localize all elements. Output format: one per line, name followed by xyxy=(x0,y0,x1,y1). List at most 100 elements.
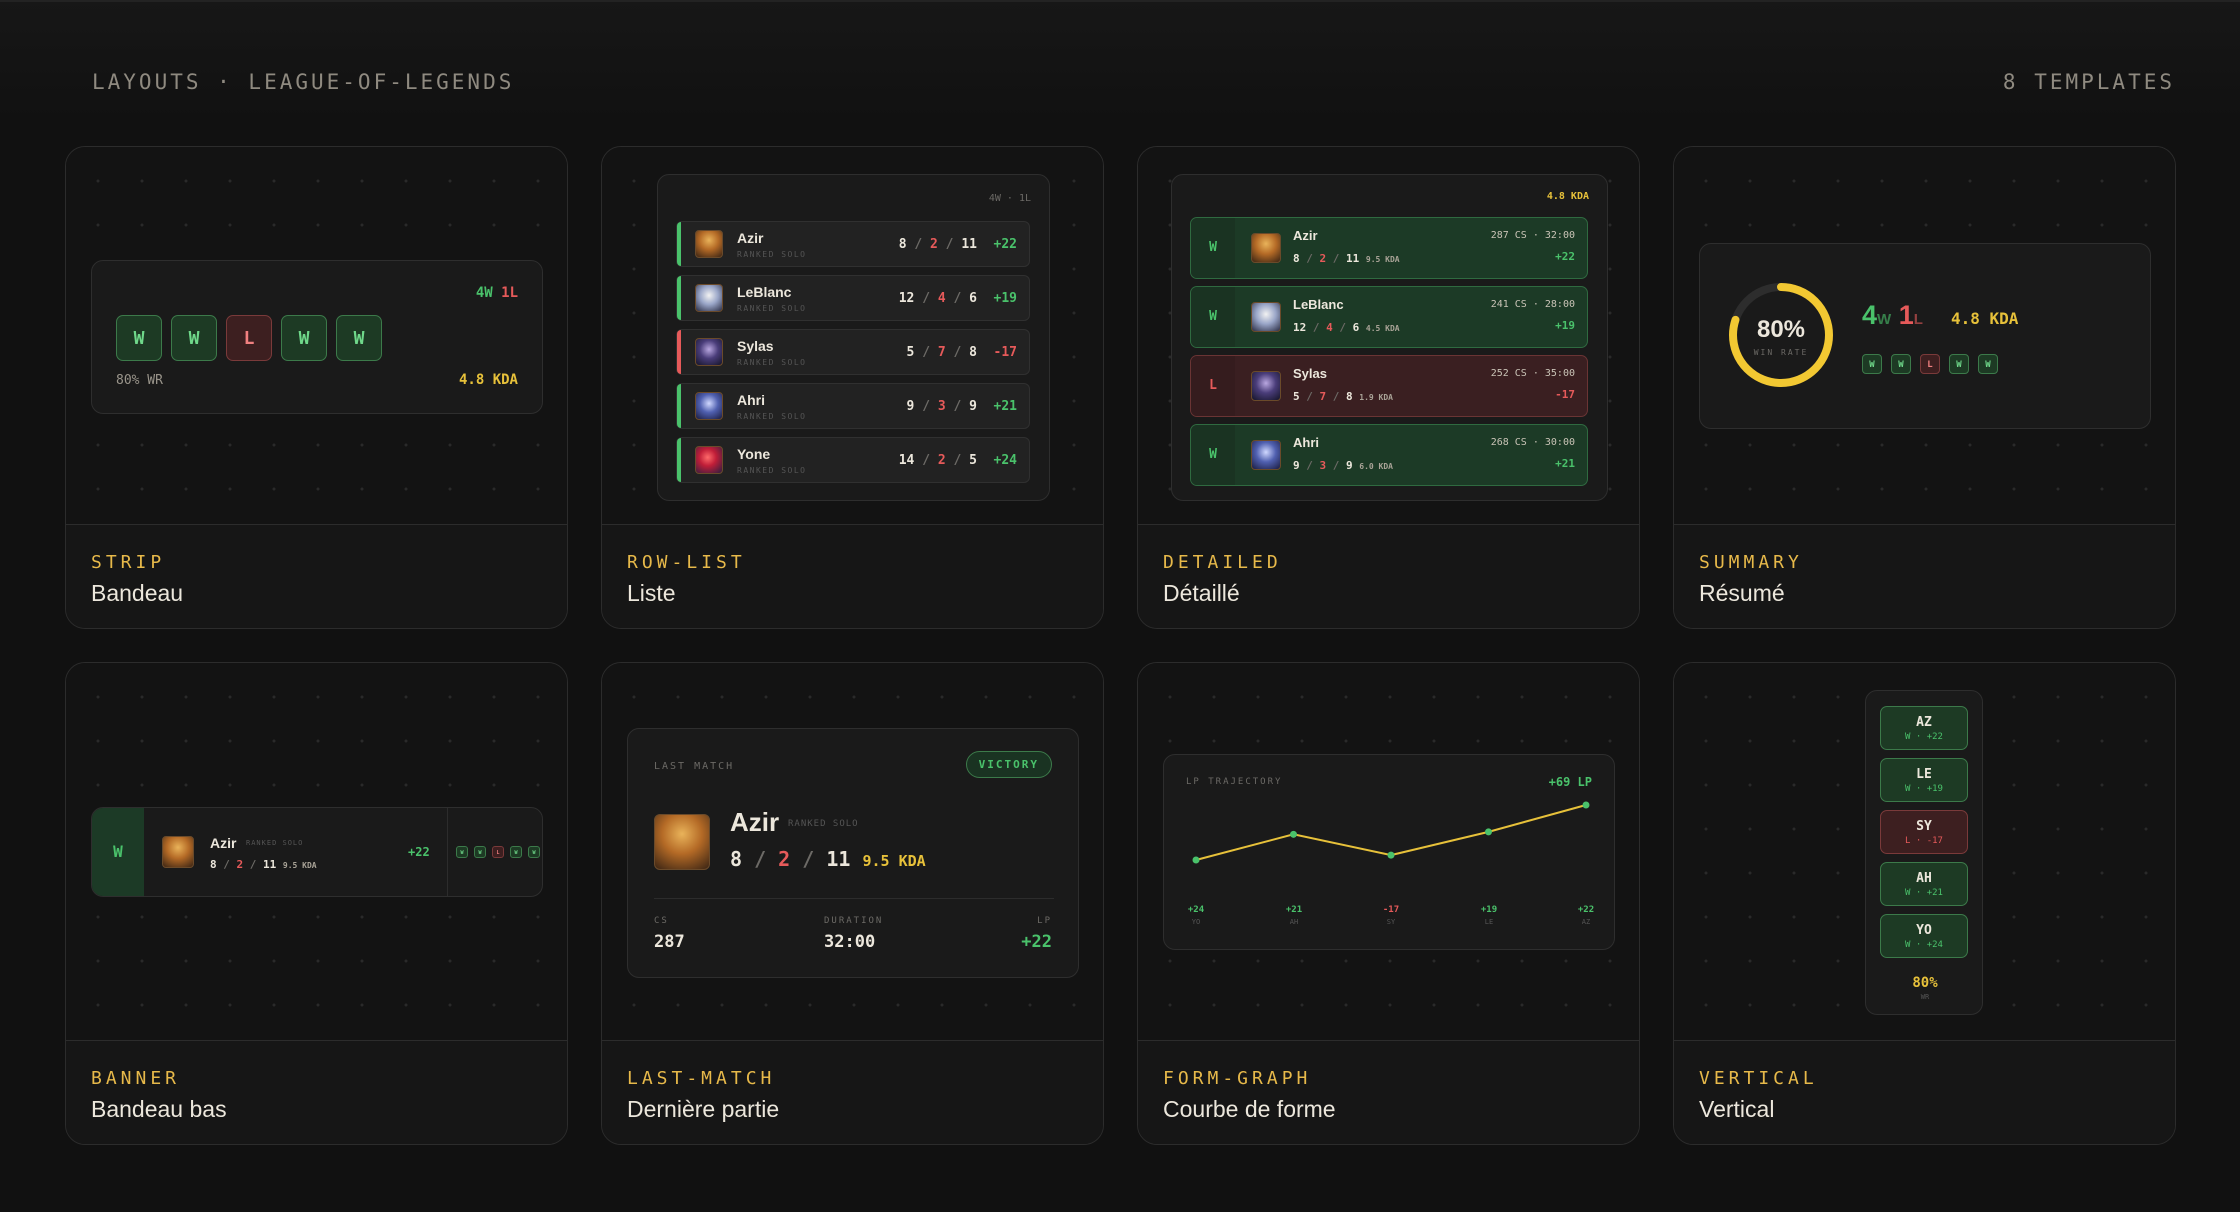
winrate: 80% xyxy=(1912,975,1938,991)
victory-badge: VICTORY xyxy=(965,751,1052,778)
stat-value: 287 xyxy=(654,932,685,952)
champion-avatar xyxy=(1251,440,1281,470)
result-pill: W xyxy=(1949,354,1969,374)
point-champ: AH xyxy=(1289,918,1299,926)
record: 4W · 1L xyxy=(988,193,1031,204)
record: 4W 1L xyxy=(1862,300,1923,330)
lp-change: -17 xyxy=(993,345,1017,360)
point-lp: +19 xyxy=(1480,905,1498,915)
lp-point xyxy=(1192,856,1200,864)
card-tag: SUMMARY xyxy=(1699,552,1803,573)
point-lp: +22 xyxy=(1577,905,1595,915)
champion-avatar xyxy=(695,392,723,420)
form-graph-widget: LP TRAJECTORY +69 LP +24 YO +21 AH -17 S… xyxy=(1163,754,1615,950)
champion-avatar xyxy=(1251,302,1281,332)
stat-label: LP xyxy=(1037,916,1052,926)
cs-duration: 268 CS · 30:00 xyxy=(1490,437,1575,448)
lp-change: +22 xyxy=(993,237,1017,252)
champion-avatar xyxy=(695,446,723,474)
result-chip: L xyxy=(226,315,272,361)
stat-value: 32:00 xyxy=(824,932,876,952)
layout-card-form-graph[interactable]: LP TRAJECTORY +69 LP +24 YO +21 AH -17 S… xyxy=(1137,662,1640,1145)
champion-name: LeBlanc xyxy=(1293,297,1344,312)
result-pill: L xyxy=(1920,354,1940,374)
list-item: Ahri RANKED SOLO 9 / 3 / 9 +21 xyxy=(676,383,1030,429)
vertical-row: AH W · +21 xyxy=(1880,862,1968,906)
lp-change: +22 xyxy=(1555,250,1575,263)
lp-point xyxy=(1485,828,1492,836)
card-footer: ROW-LIST Liste xyxy=(602,526,1103,628)
lp-change: +21 xyxy=(1555,457,1575,470)
lp-point xyxy=(1387,851,1395,859)
record: 4W 1L xyxy=(475,285,518,301)
preview-stage: 4W · 1L Azir RANKED SOLO 8 / 2 / 11 +22 … xyxy=(602,147,1103,525)
result-chip: W xyxy=(281,315,327,361)
lp-change: +19 xyxy=(1555,319,1575,332)
card-tag: LAST-MATCH xyxy=(627,1068,776,1089)
layout-card-banner[interactable]: W Azir RANKED SOLO 8 / 2 / 11 9.5 KDA +2… xyxy=(65,662,568,1145)
list-item: Yone RANKED SOLO 14 / 2 / 5 +24 xyxy=(676,437,1030,483)
detailed-widget: 4.8 KDA W Azir 8 / 2 / 11 9.5 KDA 287 CS… xyxy=(1171,174,1608,501)
card-footer: BANNER Bandeau bas xyxy=(66,1042,567,1144)
cs-duration: 252 CS · 35:00 xyxy=(1490,368,1575,379)
card-tag: DETAILED xyxy=(1163,552,1282,573)
kda-line: 14 / 2 / 5 xyxy=(898,453,977,468)
card-tag: ROW-LIST xyxy=(627,552,746,573)
preview-stage: 4W 1L W W L W W 80% WR 4.8 KDA xyxy=(66,147,567,525)
kda-line: 9 / 3 / 9 xyxy=(906,399,977,414)
point-champ: AZ xyxy=(1581,918,1591,926)
cs-duration: 241 CS · 28:00 xyxy=(1490,299,1575,310)
stat-label: CS xyxy=(654,916,669,926)
result-pill: W xyxy=(528,846,540,858)
layout-card-last-match[interactable]: LAST MATCH VICTORY Azir RANKED SOLO 8 / … xyxy=(601,662,1104,1145)
layout-card-summary[interactable]: 80% WIN RATE 4W 1L 4.8 KDA W W L W W SUM… xyxy=(1673,146,2176,629)
kda: 4.8 KDA xyxy=(1546,191,1589,202)
point-lp: +24 xyxy=(1187,905,1205,915)
champion-name: Sylas xyxy=(737,338,774,354)
kda-line: 12 / 4 / 6 xyxy=(898,291,977,306)
champion-avatar xyxy=(654,814,710,870)
champion-name: LeBlanc xyxy=(737,284,792,300)
card-title: Bandeau xyxy=(91,580,184,606)
queue-label: RANKED SOLO xyxy=(737,358,807,367)
preview-stage: 80% WIN RATE 4W 1L 4.8 KDA W W L W W xyxy=(1674,147,2175,525)
list-item: Sylas RANKED SOLO 5 / 7 / 8 -17 xyxy=(676,329,1030,375)
result-pill: W xyxy=(456,846,468,858)
top-divider xyxy=(0,0,2240,2)
result-badge: L xyxy=(1191,356,1235,416)
card-title: Bandeau bas xyxy=(91,1096,227,1122)
list-item: LeBlanc RANKED SOLO 12 / 4 / 6 +19 xyxy=(676,275,1030,321)
card-title: Détaillé xyxy=(1163,580,1240,606)
layout-card-vertical[interactable]: AZ W · +22 LE W · +19 SY L · -17 AH W · +21 … xyxy=(1673,662,2176,1145)
preview-stage: LP TRAJECTORY +69 LP +24 YO +21 AH -17 S… xyxy=(1138,663,1639,1041)
cs-duration: 287 CS · 32:00 xyxy=(1490,230,1575,241)
queue-label: RANKED SOLO xyxy=(737,304,807,313)
layout-card-row-list[interactable]: 4W · 1L Azir RANKED SOLO 8 / 2 / 11 +22 … xyxy=(601,146,1104,629)
stat-label: DURATION xyxy=(824,916,884,926)
card-title: Liste xyxy=(627,580,676,606)
summary-widget: 80% WIN RATE 4W 1L 4.8 KDA W W L W W xyxy=(1699,243,2151,429)
section-label: LAST MATCH xyxy=(654,761,735,772)
result-pill: W xyxy=(474,846,486,858)
card-footer: SUMMARY Résumé xyxy=(1674,526,2175,628)
lp-change: +24 xyxy=(993,453,1017,468)
last-match-widget: LAST MATCH VICTORY Azir RANKED SOLO 8 / … xyxy=(627,728,1079,978)
champion-name: Sylas xyxy=(1293,366,1327,381)
result-badge: W xyxy=(1191,287,1235,347)
point-champ: LE xyxy=(1484,918,1494,926)
champion-avatar xyxy=(162,836,194,868)
champion-name: Ahri xyxy=(737,392,765,408)
kda: 4.8 KDA xyxy=(458,372,518,388)
page-title: LAYOUTS · LEAGUE-OF-LEGENDS xyxy=(92,70,515,94)
match-row: L Sylas 5 / 7 / 8 1.9 KDA 252 CS · 35:00… xyxy=(1190,355,1588,417)
result-pill: W xyxy=(510,846,522,858)
result-pill: W xyxy=(1891,354,1911,374)
card-footer: FORM-GRAPH Courbe de forme xyxy=(1138,1042,1639,1144)
layout-card-detailed[interactable]: 4.8 KDA W Azir 8 / 2 / 11 9.5 KDA 287 CS… xyxy=(1137,146,1640,629)
lp-change: +21 xyxy=(993,399,1017,414)
layout-card-strip[interactable]: 4W 1L W W L W W 80% WR 4.8 KDA STRIP Ban… xyxy=(65,146,568,629)
kda: 4.8 KDA xyxy=(1951,309,2019,328)
kda-line: 5 / 7 / 8 xyxy=(906,345,977,360)
lp-point xyxy=(1582,801,1590,809)
vertical-row: AZ W · +22 xyxy=(1880,706,1968,750)
